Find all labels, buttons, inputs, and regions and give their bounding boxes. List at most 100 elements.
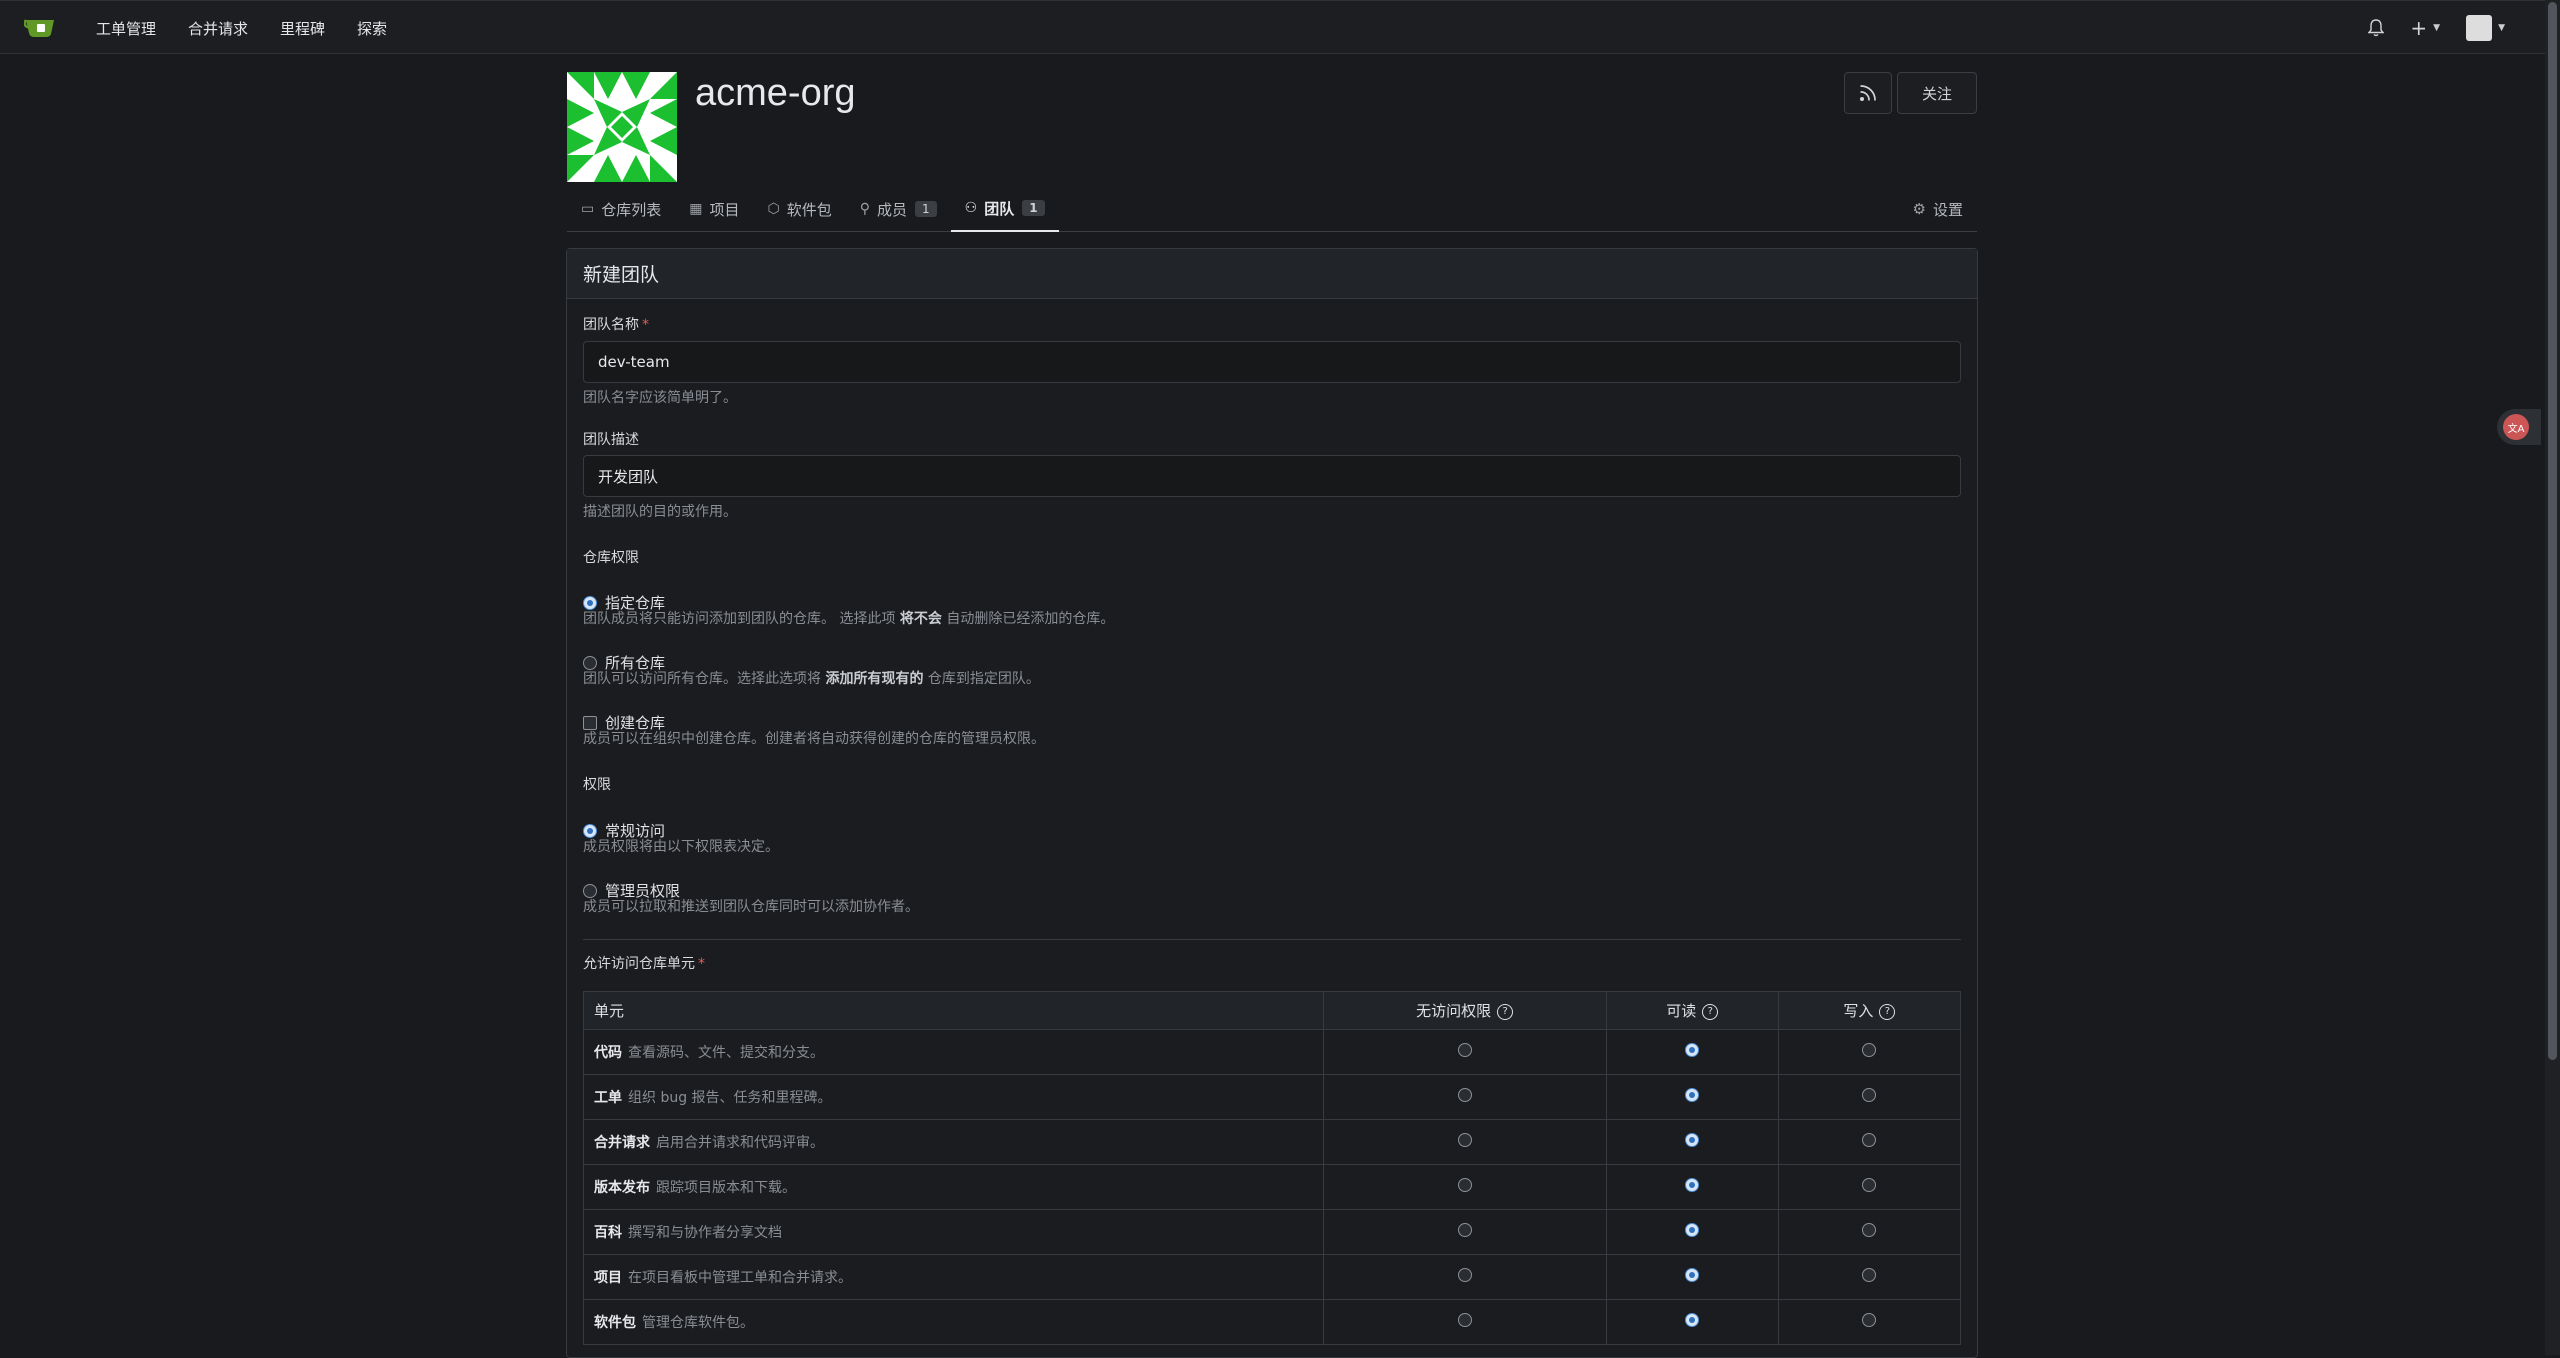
permission-radio-none[interactable] — [1457, 1268, 1472, 1282]
permission-radio-read[interactable] — [1685, 1043, 1700, 1057]
rss-button[interactable] — [1844, 72, 1892, 114]
permission-radio-none[interactable] — [1457, 1088, 1472, 1102]
team-name-label: 团队名称 * — [583, 317, 649, 333]
repo-specific-desc: 团队成员将只能访问添加到团队的仓库。 选择此项 将不会 自动删除已经添加的仓库。 — [583, 611, 1115, 627]
translate-icon: 文A — [2503, 414, 2529, 440]
create-new-menu[interactable]: + ▼ — [2410, 16, 2440, 40]
unit-cell: 项目 在项目看板中管理工单和合并请求。 — [583, 1254, 1324, 1300]
nav-explore[interactable]: 探索 — [341, 18, 403, 39]
help-question-icon[interactable]: ? — [1497, 1003, 1514, 1020]
permission-radio-read[interactable] — [1685, 1313, 1700, 1327]
table-row: 版本发布 跟踪项目版本和下载。 — [583, 1164, 1961, 1210]
user-menu[interactable]: ▼ — [2466, 15, 2505, 41]
unit-name: 软件包 — [594, 1315, 636, 1331]
unit-desc: 管理仓库软件包。 — [642, 1315, 754, 1331]
permission-radio-read[interactable] — [1685, 1223, 1700, 1237]
permission-cell-none — [1322, 1209, 1607, 1255]
unit-name: 项目 — [594, 1270, 622, 1286]
permission-radio-write[interactable] — [1862, 1313, 1877, 1327]
permission-radio-read[interactable] — [1685, 1133, 1700, 1147]
gitea-logo-icon[interactable] — [23, 16, 58, 40]
unit-desc: 跟踪项目版本和下载。 — [656, 1180, 796, 1196]
unit-cell: 软件包 管理仓库软件包。 — [583, 1299, 1324, 1345]
scroll-thumb[interactable] — [2548, 2, 2557, 1060]
units-permission-table: 单元 无访问权限? 可读? 写入? 代码 查看源码、文件、提交和分支。 工单 组织 b… — [583, 991, 1961, 1345]
tab-repositories[interactable]: ▭ 仓库列表 — [567, 186, 675, 232]
nav-milestones[interactable]: 里程碑 — [264, 18, 341, 39]
org-header: acme-org 关注 — [567, 72, 1977, 184]
tab-settings[interactable]: ⚙ 设置 — [1913, 186, 1977, 232]
unit-name: 代码 — [594, 1045, 622, 1061]
repo-create-desc: 成员可以在组织中创建仓库。创建者将自动获得创建的仓库的管理员权限。 — [583, 731, 1045, 747]
team-desc-input[interactable]: 开发团队 — [583, 455, 1961, 497]
nav-issues[interactable]: 工单管理 — [80, 18, 172, 39]
repo-all-desc: 团队可以访问所有仓库。选择此选项将 添加所有现有的 仓库到指定团队。 — [583, 671, 1040, 687]
team-desc-help: 描述团队的目的或作用。 — [583, 504, 737, 520]
permission-cell-read — [1605, 1164, 1779, 1210]
follow-button[interactable]: 关注 — [1897, 72, 1977, 114]
unit-desc: 在项目看板中管理工单和合并请求。 — [628, 1270, 852, 1286]
permission-label: 权限 — [583, 777, 611, 793]
permission-cell-none — [1322, 1074, 1607, 1120]
unit-cell: 代码 查看源码、文件、提交和分支。 — [583, 1029, 1324, 1075]
top-navbar: 工单管理 合并请求 里程碑 探索 + ▼ ▼ — [0, 0, 2545, 54]
col-write: 写入? — [1777, 991, 1961, 1030]
permission-radio-write[interactable] — [1862, 1088, 1877, 1102]
package-icon: ⬡ — [767, 201, 780, 217]
col-unit: 单元 — [583, 991, 1324, 1030]
permission-cell-none — [1322, 1029, 1607, 1075]
permission-radio-none[interactable] — [1457, 1133, 1472, 1147]
rss-icon — [1860, 85, 1876, 101]
tab-members[interactable]: ⚲ 成员 1 — [846, 186, 951, 232]
permission-cell-read — [1605, 1029, 1779, 1075]
permission-cell-write — [1777, 1119, 1961, 1165]
permission-cell-read — [1605, 1119, 1779, 1165]
permission-radio-write[interactable] — [1862, 1178, 1877, 1192]
people-icon: ⚇ — [964, 200, 978, 216]
permission-cell-write — [1777, 1209, 1961, 1255]
permission-radio-write[interactable] — [1862, 1133, 1877, 1147]
tab-projects[interactable]: ▦ 项目 — [675, 186, 753, 232]
project-icon: ▦ — [689, 201, 703, 217]
notifications-bell-icon[interactable] — [2368, 19, 2385, 37]
permission-radio-read[interactable] — [1685, 1178, 1700, 1192]
form-title: 新建团队 — [567, 249, 1977, 299]
org-avatar — [567, 72, 677, 182]
translate-widget[interactable]: 文A — [2497, 409, 2541, 445]
permission-radio-none[interactable] — [1457, 1313, 1472, 1327]
permission-radio-write[interactable] — [1862, 1268, 1877, 1282]
unit-cell: 百科 撰写和与协作者分享文档 — [583, 1209, 1324, 1255]
team-name-help: 团队名字应该简单明了。 — [583, 390, 737, 406]
chevron-down-icon: ▼ — [2498, 23, 2505, 33]
page-scrollbar[interactable] — [2545, 0, 2560, 1355]
permission-radio-write[interactable] — [1862, 1043, 1877, 1057]
permission-radio-none[interactable] — [1457, 1223, 1472, 1237]
col-read: 可读? — [1605, 991, 1779, 1030]
permission-radio-read[interactable] — [1685, 1088, 1700, 1102]
table-row: 工单 组织 bug 报告、任务和里程碑。 — [583, 1074, 1961, 1120]
permission-radio-write[interactable] — [1862, 1223, 1877, 1237]
units-label: 允许访问仓库单元 * — [583, 956, 705, 972]
permission-cell-read — [1605, 1074, 1779, 1120]
permission-cell-none — [1322, 1299, 1607, 1345]
perm-normal-desc: 成员权限将由以下权限表决定。 — [583, 839, 779, 855]
permission-cell-write — [1777, 1299, 1961, 1345]
nav-pull-requests[interactable]: 合并请求 — [172, 18, 264, 39]
tab-packages[interactable]: ⬡ 软件包 — [754, 186, 846, 232]
team-desc-label: 团队描述 — [583, 432, 639, 448]
chevron-down-icon: ▼ — [2433, 23, 2441, 33]
permission-cell-read — [1605, 1209, 1779, 1255]
user-avatar — [2466, 15, 2493, 41]
help-question-icon[interactable]: ? — [1702, 1003, 1719, 1020]
permission-cell-none — [1322, 1119, 1607, 1165]
team-name-input[interactable]: dev-team — [583, 341, 1961, 383]
teams-count-badge: 1 — [1022, 200, 1045, 216]
unit-name: 工单 — [594, 1090, 622, 1106]
permission-radio-none[interactable] — [1457, 1043, 1472, 1057]
tab-teams[interactable]: ⚇ 团队 1 — [950, 186, 1059, 232]
help-question-icon[interactable]: ? — [1879, 1003, 1896, 1020]
permission-radio-none[interactable] — [1457, 1178, 1472, 1192]
table-row: 软件包 管理仓库软件包。 — [583, 1299, 1961, 1345]
permission-radio-read[interactable] — [1685, 1268, 1700, 1282]
tools-icon: ⚙ — [1912, 200, 1926, 218]
